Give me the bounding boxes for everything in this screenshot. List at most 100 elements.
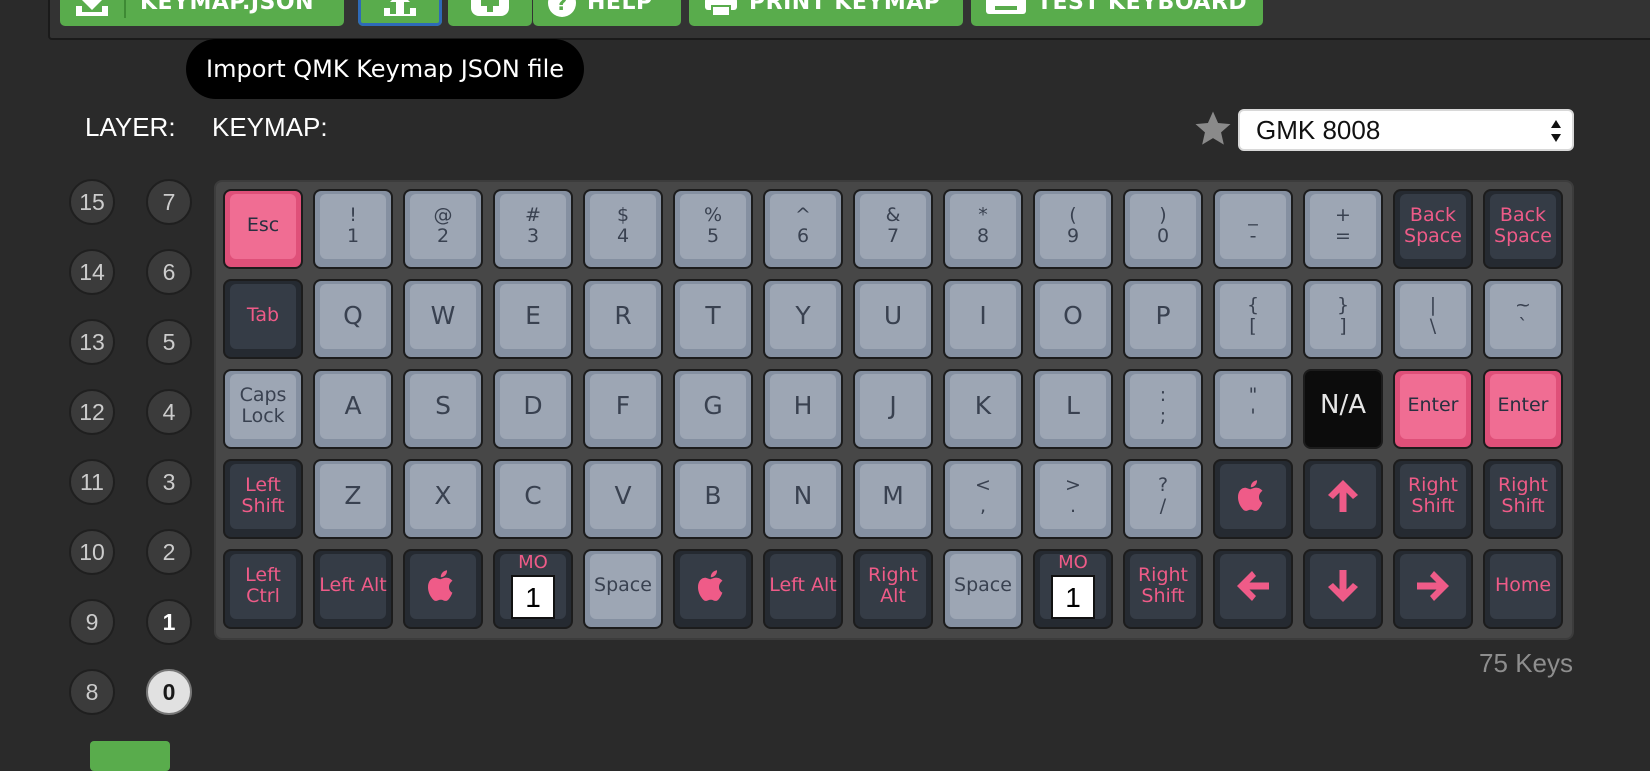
key-f[interactable]: F <box>583 369 663 449</box>
key-right-shift[interactable]: Right Shift <box>1393 459 1473 539</box>
key-1[interactable]: ! 1 <box>313 189 393 269</box>
test-button[interactable]: TEST KEYBOARD <box>971 0 1263 26</box>
layer-button-10[interactable]: 10 <box>69 529 115 575</box>
key-4[interactable]: $ 4 <box>583 189 663 269</box>
layer-button-13[interactable]: 13 <box>69 319 115 365</box>
key-mo[interactable]: MO 1 <box>1033 549 1113 629</box>
layer-button-5[interactable]: 5 <box>146 319 192 365</box>
key-back-space[interactable]: Back Space <box>1483 189 1563 269</box>
key-n-a[interactable]: N/A <box>1303 369 1383 449</box>
key-a[interactable]: A <box>313 369 393 449</box>
layer-button-12[interactable]: 12 <box>69 389 115 435</box>
layer-button-0[interactable]: 0 <box>146 669 192 715</box>
key-y[interactable]: Y <box>763 279 843 359</box>
key-w[interactable]: W <box>403 279 483 359</box>
key-apple[interactable] <box>1213 459 1293 539</box>
key-space[interactable]: Space <box>943 549 1023 629</box>
layer-button-2[interactable]: 2 <box>146 529 192 575</box>
layer-clear-button[interactable] <box>90 741 170 771</box>
key-[interactable]: ~ ` <box>1483 279 1563 359</box>
key-j[interactable]: J <box>853 369 933 449</box>
key-z[interactable]: Z <box>313 459 393 539</box>
key-c[interactable]: C <box>493 459 573 539</box>
key-tab[interactable]: Tab <box>223 279 303 359</box>
key-i[interactable]: I <box>943 279 1023 359</box>
key-3[interactable]: # 3 <box>493 189 573 269</box>
key-space[interactable]: Space <box>583 549 663 629</box>
colorway-select[interactable]: GMK 8008 <box>1238 109 1574 151</box>
star-icon[interactable] <box>1192 108 1234 154</box>
key-enter[interactable]: Enter <box>1483 369 1563 449</box>
key-[interactable]: : ; <box>1123 369 1203 449</box>
key-q[interactable]: Q <box>313 279 393 359</box>
key-arrow-up[interactable] <box>1303 459 1383 539</box>
key-7[interactable]: & 7 <box>853 189 933 269</box>
key-9[interactable]: ( 9 <box>1033 189 1113 269</box>
key-2[interactable]: @ 2 <box>403 189 483 269</box>
key-8[interactable]: * 8 <box>943 189 1023 269</box>
import-button[interactable] <box>358 0 442 26</box>
key-apple[interactable] <box>673 549 753 629</box>
key-esc[interactable]: Esc <box>223 189 303 269</box>
key-[interactable]: + = <box>1303 189 1383 269</box>
key-[interactable]: } ] <box>1303 279 1383 359</box>
key-t[interactable]: T <box>673 279 753 359</box>
layer-button-15[interactable]: 15 <box>69 179 115 225</box>
key-mo[interactable]: MO 1 <box>493 549 573 629</box>
layer-button-7[interactable]: 7 <box>146 179 192 225</box>
key-5[interactable]: % 5 <box>673 189 753 269</box>
compile-button[interactable] <box>448 0 532 26</box>
key-o[interactable]: O <box>1033 279 1113 359</box>
layer-button-9[interactable]: 9 <box>69 599 115 645</box>
key-apple[interactable] <box>403 549 483 629</box>
key-caps-lock[interactable]: Caps Lock <box>223 369 303 449</box>
key-x[interactable]: X <box>403 459 483 539</box>
download-button[interactable]: KEYMAP.JSON <box>60 0 344 26</box>
key-[interactable]: _ - <box>1213 189 1293 269</box>
key-arrow-right[interactable] <box>1393 549 1473 629</box>
layer-button-4[interactable]: 4 <box>146 389 192 435</box>
key-u[interactable]: U <box>853 279 933 359</box>
key-g[interactable]: G <box>673 369 753 449</box>
layer-button-8[interactable]: 8 <box>69 669 115 715</box>
key-m[interactable]: M <box>853 459 933 539</box>
key-r[interactable]: R <box>583 279 663 359</box>
key-[interactable]: > . <box>1033 459 1113 539</box>
key-home[interactable]: Home <box>1483 549 1563 629</box>
layer-button-3[interactable]: 3 <box>146 459 192 505</box>
key-[interactable]: " ' <box>1213 369 1293 449</box>
key-right-shift[interactable]: Right Shift <box>1483 459 1563 539</box>
key-p[interactable]: P <box>1123 279 1203 359</box>
layer-button-11[interactable]: 11 <box>69 459 115 505</box>
print-button[interactable]: PRINT KEYMAP <box>689 0 963 26</box>
key-right-shift[interactable]: Right Shift <box>1123 549 1203 629</box>
layer-button-14[interactable]: 14 <box>69 249 115 295</box>
key-n[interactable]: N <box>763 459 843 539</box>
key-left-ctrl[interactable]: Left Ctrl <box>223 549 303 629</box>
key-b[interactable]: B <box>673 459 753 539</box>
key-[interactable]: < , <box>943 459 1023 539</box>
help-button[interactable]: ? HELP <box>533 0 681 26</box>
key-[interactable]: { [ <box>1213 279 1293 359</box>
key-[interactable]: | \ <box>1393 279 1473 359</box>
key-s[interactable]: S <box>403 369 483 449</box>
key-enter[interactable]: Enter <box>1393 369 1473 449</box>
mo-layer-input[interactable]: 1 <box>1051 575 1095 620</box>
key-l[interactable]: L <box>1033 369 1113 449</box>
key-h[interactable]: H <box>763 369 843 449</box>
key-v[interactable]: V <box>583 459 663 539</box>
key-left-alt[interactable]: Left Alt <box>313 549 393 629</box>
key-left-alt[interactable]: Left Alt <box>763 549 843 629</box>
key-d[interactable]: D <box>493 369 573 449</box>
layer-button-1[interactable]: 1 <box>146 599 192 645</box>
layer-button-6[interactable]: 6 <box>146 249 192 295</box>
key-k[interactable]: K <box>943 369 1023 449</box>
key-right-alt[interactable]: Right Alt <box>853 549 933 629</box>
key-left-shift[interactable]: Left Shift <box>223 459 303 539</box>
mo-layer-input[interactable]: 1 <box>511 575 555 620</box>
key-arrow-down[interactable] <box>1303 549 1383 629</box>
key-e[interactable]: E <box>493 279 573 359</box>
key-back-space[interactable]: Back Space <box>1393 189 1473 269</box>
key-0[interactable]: ) 0 <box>1123 189 1203 269</box>
key-arrow-left[interactable] <box>1213 549 1293 629</box>
